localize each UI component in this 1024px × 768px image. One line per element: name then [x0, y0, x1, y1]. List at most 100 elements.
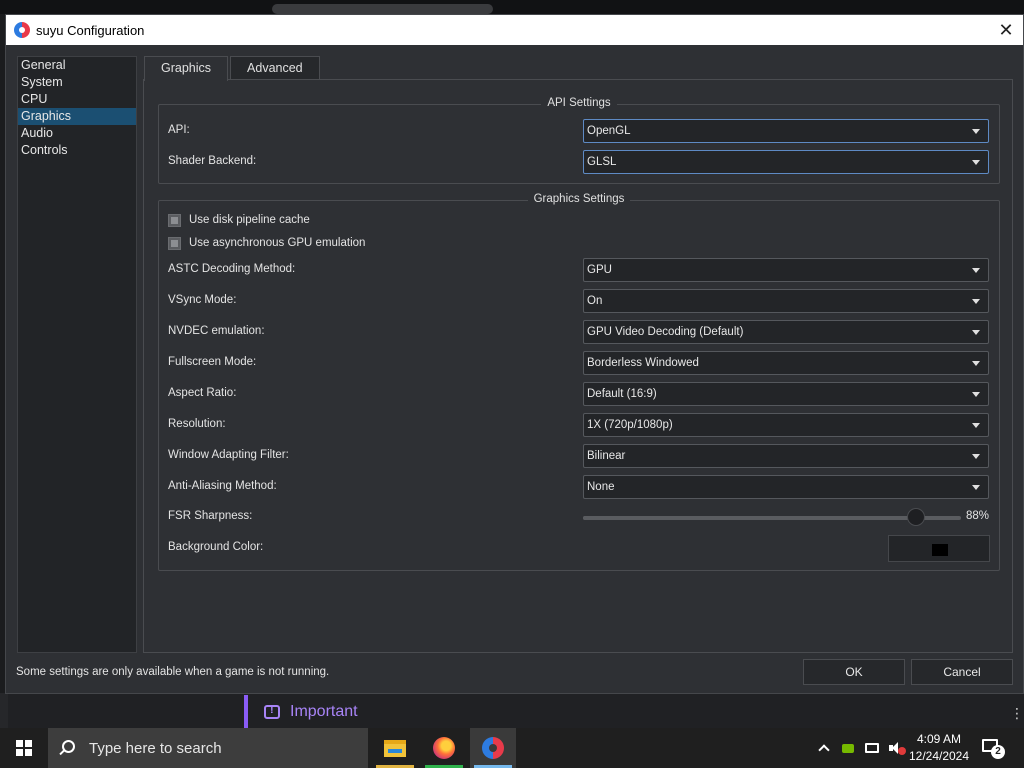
astc-decoding-row: ASTC Decoding Method: GPU — [168, 258, 990, 282]
chevron-down-icon — [972, 330, 980, 335]
shader-backend-select[interactable]: GLSL — [583, 150, 989, 174]
background-scrollbar — [272, 4, 493, 14]
anti-aliasing-label: Anti-Aliasing Method: — [168, 480, 277, 492]
window-title: suyu Configuration — [36, 22, 145, 38]
api-label: API: — [168, 124, 190, 136]
chevron-up-icon — [818, 744, 830, 756]
window-adapting-filter-row: Window Adapting Filter: Bilinear — [168, 444, 990, 468]
search-placeholder: Type here to search — [89, 739, 222, 757]
fullscreen-mode-value: Borderless Windowed — [587, 357, 699, 369]
nvdec-emulation-row: NVDEC emulation: GPU Video Decoding (Def… — [168, 320, 990, 344]
chevron-down-icon — [972, 129, 980, 134]
aspect-ratio-label: Aspect Ratio: — [168, 387, 237, 399]
api-settings-title: API Settings — [541, 97, 617, 109]
background-color-button[interactable] — [888, 535, 990, 562]
aspect-ratio-select[interactable]: Default (16:9) — [583, 382, 989, 406]
vsync-mode-select[interactable]: On — [583, 289, 989, 313]
nvdec-emulation-label: NVDEC emulation: — [168, 325, 265, 337]
fullscreen-mode-select[interactable]: Borderless Windowed — [583, 351, 989, 375]
checkbox-indicator — [168, 236, 181, 250]
astc-decoding-select[interactable]: GPU — [583, 258, 989, 282]
astc-decoding-label: ASTC Decoding Method: — [168, 263, 296, 275]
cancel-button[interactable]: Cancel — [911, 659, 1013, 685]
chevron-down-icon — [972, 160, 980, 165]
resolution-row: Resolution: 1X (720p/1080p) — [168, 413, 990, 437]
chevron-down-icon — [972, 454, 980, 459]
important-label: Important — [290, 702, 358, 720]
sidebar-item-graphics[interactable]: Graphics — [18, 108, 136, 125]
more-icon: ⋮ — [1010, 705, 1024, 721]
clock-time: 4:09 AM — [916, 732, 962, 746]
graphics-settings-group: Graphics Settings Use disk pipeline cach… — [158, 193, 1000, 571]
taskbar-suyu[interactable] — [470, 728, 516, 768]
shader-backend-row: Shader Backend: GLSL — [168, 150, 990, 174]
chevron-down-icon — [972, 423, 980, 428]
fsr-sharpness-value: 88% — [966, 510, 990, 522]
background-panel — [0, 693, 8, 728]
nvdec-emulation-value: GPU Video Decoding (Default) — [587, 326, 744, 338]
anti-aliasing-select[interactable]: None — [583, 475, 989, 499]
vsync-mode-label: VSync Mode: — [168, 294, 237, 306]
disk-pipeline-cache-checkbox[interactable]: Use disk pipeline cache — [168, 212, 310, 228]
tab-bar: Graphics Advanced — [144, 56, 322, 81]
fsr-sharpness-row: FSR Sharpness: 88% — [168, 505, 990, 529]
close-icon: ✕ — [998, 19, 1014, 40]
ok-button[interactable]: OK — [803, 659, 905, 685]
aspect-ratio-row: Aspect Ratio: Default (16:9) — [168, 382, 990, 406]
background-window-top — [0, 0, 1024, 14]
show-hidden-icons-button[interactable] — [815, 739, 833, 757]
resolution-select[interactable]: 1X (720p/1080p) — [583, 413, 989, 437]
configuration-dialog: suyu Configuration ✕ General System CPU … — [5, 14, 1024, 694]
fsr-sharpness-label: FSR Sharpness: — [168, 510, 253, 522]
nvdec-emulation-select[interactable]: GPU Video Decoding (Default) — [583, 320, 989, 344]
shader-backend-label: Shader Backend: — [168, 155, 257, 167]
shader-backend-value: GLSL — [587, 156, 617, 168]
fullscreen-mode-label: Fullscreen Mode: — [168, 356, 257, 368]
close-button[interactable]: ✕ — [995, 19, 1017, 41]
tab-graphics[interactable]: Graphics — [144, 56, 229, 81]
suyu-logo-icon — [14, 22, 30, 38]
comment-icon — [264, 704, 280, 719]
resolution-value: 1X (720p/1080p) — [587, 419, 673, 431]
notification-count: 2 — [991, 745, 1005, 759]
volume-button[interactable] — [887, 739, 906, 757]
sidebar-item-system[interactable]: System — [18, 74, 136, 91]
api-select[interactable]: OpenGL — [583, 119, 989, 143]
checkbox-indicator — [168, 213, 181, 227]
firefox-icon — [433, 737, 455, 759]
resolution-label: Resolution: — [168, 418, 226, 430]
volume-muted-icon — [889, 742, 906, 755]
system-tray — [812, 728, 908, 768]
taskbar-file-explorer[interactable] — [372, 728, 418, 768]
sidebar-item-audio[interactable]: Audio — [18, 125, 136, 142]
taskbar-firefox[interactable] — [421, 728, 467, 768]
sidebar-item-cpu[interactable]: CPU — [18, 91, 136, 108]
chevron-down-icon — [972, 485, 980, 490]
taskbar: Type here to search 4:09 AM 12/24/2024 2 — [0, 728, 1024, 768]
start-button[interactable] — [0, 728, 48, 768]
slider-handle[interactable] — [906, 508, 925, 526]
fsr-sharpness-slider[interactable] — [583, 516, 961, 520]
anti-aliasing-row: Anti-Aliasing Method: None — [168, 475, 990, 499]
tab-advanced[interactable]: Advanced — [230, 56, 320, 80]
important-callout: Important — [244, 695, 1024, 728]
nvidia-tray-button[interactable] — [839, 739, 857, 757]
clock[interactable]: 4:09 AM 12/24/2024 — [905, 731, 973, 765]
sidebar-item-general[interactable]: General — [18, 57, 136, 74]
window-adapting-filter-select[interactable]: Bilinear — [583, 444, 989, 468]
notification-center-button[interactable]: 2 — [980, 736, 1005, 759]
window-adapting-filter-value: Bilinear — [587, 450, 626, 462]
taskbar-search[interactable]: Type here to search — [48, 728, 368, 768]
async-gpu-emulation-checkbox[interactable]: Use asynchronous GPU emulation — [168, 235, 365, 251]
api-settings-group: API Settings API: OpenGL Shader Backend:… — [158, 97, 1000, 184]
chevron-down-icon — [972, 299, 980, 304]
sidebar-item-controls[interactable]: Controls — [18, 142, 136, 159]
background-color-row: Background Color: — [168, 535, 990, 562]
disk-pipeline-cache-label: Use disk pipeline cache — [189, 214, 310, 226]
network-button[interactable] — [863, 739, 881, 757]
nvidia-icon — [842, 743, 854, 753]
vsync-mode-value: On — [587, 295, 603, 307]
chevron-down-icon — [972, 268, 980, 273]
footer-note: Some settings are only available when a … — [16, 666, 330, 678]
suyu-icon — [482, 737, 504, 759]
